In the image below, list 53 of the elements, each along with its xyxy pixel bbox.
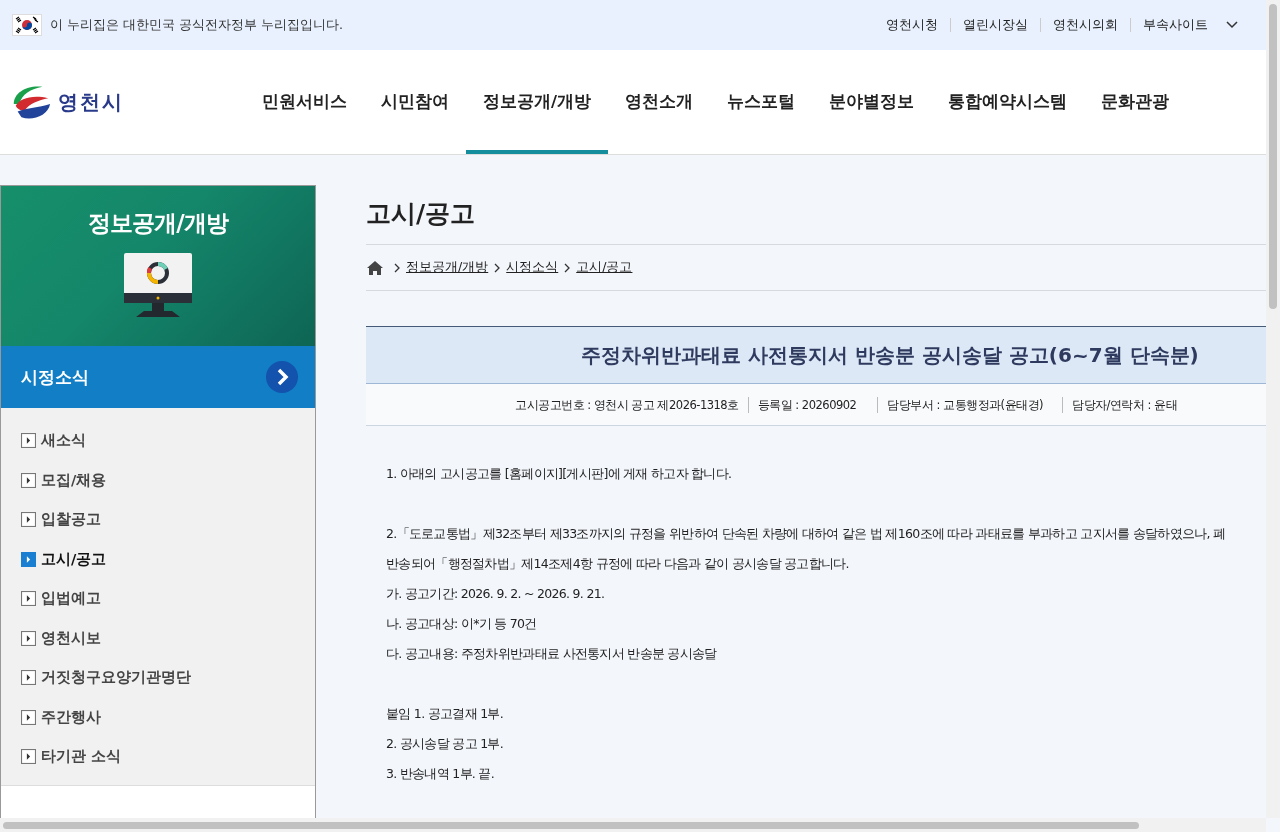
breadcrumb-link[interactable]: 정보공개/개방 bbox=[406, 259, 489, 276]
sidebar-item[interactable]: 거짓청구요양기관명단 bbox=[21, 658, 191, 698]
sidebar-section[interactable]: 시정소식 bbox=[1, 346, 315, 408]
horizontal-scrollbar[interactable] bbox=[0, 818, 1266, 832]
sidebar-item[interactable]: 모집/채용 bbox=[21, 460, 107, 500]
sidebar-item[interactable]: 영천시보 bbox=[21, 618, 101, 658]
nav-tab[interactable]: 민원서비스 bbox=[245, 54, 364, 154]
chevron-right-icon bbox=[494, 262, 501, 273]
sidebar-title: 정보공개/개방 bbox=[88, 209, 228, 238]
notice-text: 반송되어「행정절차법」제14조제4항 규정에 따라 다음과 같이 공시송달 공고합니다. bbox=[386, 555, 849, 573]
breadcrumb-link[interactable]: 고시/공고 bbox=[576, 259, 633, 276]
notice-meta: 고시공고번호 : 영천시 공고 제2026-1318호 bbox=[514, 396, 740, 413]
nav-tab[interactable]: 영천소개 bbox=[608, 54, 711, 154]
nav-tab[interactable]: 시민참여 bbox=[364, 54, 466, 154]
notice-text: 붙임 1. 공고결재 1부. bbox=[386, 705, 503, 723]
nav-tab[interactable]: 뉴스포털 bbox=[710, 54, 813, 154]
notice-text: 다. 공고내용: 주정차위반과태료 사전통지서 반송분 공시송달 bbox=[386, 645, 717, 663]
sidebar-item[interactable]: 입찰공고 bbox=[21, 500, 101, 540]
sidebar-item[interactable]: 입법예고 bbox=[21, 579, 101, 619]
sidebar-item[interactable]: 타기관 소식 bbox=[21, 737, 122, 777]
chevron-right-icon bbox=[564, 262, 571, 273]
top-link[interactable]: 부속사이트 bbox=[1130, 18, 1220, 32]
notice-text: 가. 공고기간: 2026. 9. 2. ~ 2026. 9. 21. bbox=[386, 585, 605, 603]
page-title: 고시/공고 bbox=[366, 197, 1266, 245]
flag-icon bbox=[12, 14, 42, 36]
notice-text: 3. 반송내역 1부. 끝. bbox=[386, 765, 494, 783]
notice-text: 1. 아래의 고시공고를 [홈페이지][게시판]에 게재 하고자 합니다. bbox=[386, 465, 732, 483]
notice-meta: 담당자/연락처 : 윤태 bbox=[1062, 396, 1187, 413]
sidebar-item[interactable]: 새소식 bbox=[21, 421, 86, 461]
top-link[interactable]: 영천시의회 bbox=[1040, 18, 1130, 32]
notice-text: 2.「도로교통법」제32조부터 제33조까지의 규정을 위반하여 단속된 차량에 대하여 같은 법 제160조에 따라 과태료를 부과하고 고지서를 송달하였으나, 폐 bbox=[386, 525, 1226, 543]
nav-tab[interactable]: 분야별정보 bbox=[812, 54, 932, 154]
notice-meta: 담당부서 : 교통행정과(윤태경) bbox=[877, 396, 1053, 413]
notice-text: 2. 공시송달 공고 1부. bbox=[386, 735, 503, 753]
logo-text[interactable]: 영천시 bbox=[58, 88, 124, 116]
sidebar-item[interactable]: 고시/공고 bbox=[21, 539, 107, 579]
sidebar-item[interactable]: 주간행사 bbox=[21, 697, 101, 737]
breadcrumb-link[interactable]: 시정소식 bbox=[506, 259, 559, 276]
chevron-down-icon[interactable] bbox=[1226, 21, 1238, 29]
vertical-scrollbar[interactable] bbox=[1266, 0, 1280, 818]
notice-text: 나. 공고대상: 이*기 등 70건 bbox=[386, 615, 537, 633]
chevron-right-icon[interactable] bbox=[266, 361, 298, 393]
notice-meta: 등록일 : 20260902 bbox=[747, 396, 866, 413]
home-icon[interactable] bbox=[366, 259, 384, 276]
top-link[interactable]: 영천시청 bbox=[874, 18, 950, 32]
nav-tab[interactable]: 문화관광 bbox=[1084, 54, 1187, 154]
nav-tab[interactable]: 통합예약시스템 bbox=[931, 54, 1085, 154]
chevron-right-icon bbox=[394, 262, 400, 273]
notice-title: 주정차위반과태료 사전통지서 반송분 공시송달 공고(6~7월 단속분) bbox=[366, 327, 1266, 384]
gov-banner-text: 이 누리집은 대한민국 공식전자정부 누리집입니다. bbox=[50, 16, 343, 34]
top-link[interactable]: 열린시장실 bbox=[950, 18, 1040, 32]
nav-tab[interactable]: 정보공개/개방 bbox=[466, 54, 609, 154]
section-title: 시정소식 bbox=[21, 365, 89, 389]
